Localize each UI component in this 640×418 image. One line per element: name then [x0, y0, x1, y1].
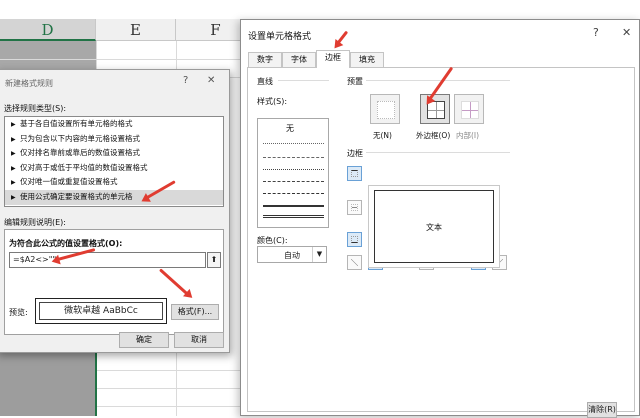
close-icon[interactable]: ✕ — [622, 26, 631, 39]
line-style-option[interactable] — [263, 215, 324, 218]
edit-desc-label: 编辑规则说明(E): — [4, 218, 66, 227]
border-preview-text: 文本 — [426, 223, 442, 232]
format-button[interactable]: 格式(F)... — [171, 304, 219, 320]
line-style-option[interactable] — [263, 143, 324, 144]
line-style-option[interactable] — [263, 205, 324, 207]
preset-inside-button[interactable] — [454, 94, 484, 124]
ok-button[interactable]: 确定 — [119, 332, 169, 348]
triangle-icon: ▶ — [11, 193, 16, 201]
rule-type-list[interactable]: ▶ 基于各自值设置所有单元格的格式 ▶ 只为包含以下内容的单元格设置格式 ▶ 仅对排名… — [4, 116, 224, 207]
column-header-d[interactable]: D — [0, 19, 96, 41]
triangle-icon: ▶ — [11, 150, 16, 158]
filled-cells-top — [0, 41, 96, 71]
preset-inside-label: 内部(I) — [456, 131, 480, 140]
list-item[interactable]: ▶ 只为包含以下内容的单元格设置格式 — [5, 132, 223, 147]
color-label: 颜色(C): — [257, 236, 288, 245]
format-cells-dialog: 设置单元格格式 ? ✕ 数字 字体 边框 填充 直线 样式(S): 无 颜色(C… — [240, 19, 640, 418]
border-section-label: 边框 — [347, 149, 363, 158]
border-top-button[interactable] — [347, 166, 362, 181]
border-tab-panel: 直线 样式(S): 无 颜色(C): 自动 ▼ 预置 无(N) 外边框(O) 内… — [247, 67, 635, 412]
diagonal-up-icon — [351, 259, 358, 266]
triangle-icon: ▶ — [11, 179, 16, 187]
triangle-icon: ▶ — [11, 135, 16, 143]
preset-none-button[interactable] — [370, 94, 400, 124]
line-style-option[interactable] — [263, 157, 324, 158]
range-select-icon[interactable]: ⬆ — [207, 252, 221, 268]
list-item[interactable]: ▶ 仅对高于或低于平均值的数值设置格式 — [5, 161, 223, 176]
help-icon[interactable]: ? — [183, 75, 188, 86]
line-section-label: 直线 — [257, 77, 273, 86]
border-bottom-icon — [351, 236, 358, 243]
close-icon[interactable]: ✕ — [207, 75, 215, 86]
tab-fill[interactable]: 填充 — [350, 52, 384, 67]
help-icon[interactable]: ? — [593, 26, 599, 39]
line-style-option[interactable] — [263, 193, 324, 194]
column-header-e[interactable]: E — [96, 19, 176, 41]
tab-font[interactable]: 字体 — [282, 52, 316, 67]
list-item[interactable]: ▶ 仅对排名靠前或靠后的数值设置格式 — [5, 146, 223, 161]
border-middle-button[interactable] — [347, 200, 362, 215]
preview-label: 预览: — [9, 308, 28, 317]
dialog-title: 设置单元格格式 — [248, 32, 312, 42]
line-style-option[interactable] — [263, 169, 324, 170]
preview-sample: 微软卓越 AaBbCc — [39, 302, 163, 320]
selection-border — [95, 352, 97, 416]
line-style-option[interactable] — [263, 181, 324, 182]
inside-border-icon — [461, 101, 479, 119]
preview-box: 微软卓越 AaBbCc — [35, 298, 167, 324]
new-format-rule-dialog: 新建格式规则 ? ✕ 选择规则类型(S): ▶ 基于各自值设置所有单元格的格式 ▶… — [0, 69, 230, 353]
line-style-none[interactable]: 无 — [286, 123, 294, 134]
border-preview-frame: 文本 — [374, 190, 494, 263]
preset-none-label: 无(N) — [373, 131, 392, 140]
tab-number[interactable]: 数字 — [248, 52, 282, 67]
border-top-icon — [351, 170, 358, 177]
dialog-title: 新建格式规则 — [5, 79, 53, 88]
formula-input[interactable]: =$A2<>"" — [9, 252, 206, 268]
formula-label: 为符合此公式的值设置格式(O): — [9, 239, 123, 248]
filled-cells-bottom — [0, 352, 96, 416]
list-item-selected[interactable]: ▶ 使用公式确定要设置格式的单元格 — [5, 189, 223, 205]
list-item[interactable]: ▶ 仅对唯一值或重复值设置格式 — [5, 175, 223, 190]
border-diag-up-button[interactable] — [347, 255, 362, 270]
triangle-icon: ▶ — [11, 164, 16, 172]
chevron-down-icon: ▼ — [312, 247, 326, 262]
no-border-icon — [377, 101, 395, 119]
border-preview-area[interactable]: 文本 — [368, 185, 500, 268]
line-style-list[interactable]: 无 — [257, 118, 329, 228]
rule-type-label: 选择规则类型(S): — [4, 104, 67, 113]
cancel-button[interactable]: 取消 — [174, 332, 224, 348]
border-middle-icon — [351, 204, 358, 211]
color-dropdown[interactable]: 自动 ▼ — [257, 246, 327, 263]
triangle-icon: ▶ — [11, 121, 16, 128]
list-item[interactable]: ▶ 基于各自值设置所有单元格的格式 — [5, 117, 223, 132]
presets-section-label: 预置 — [347, 77, 363, 86]
preset-outline-label: 外边框(O) — [416, 131, 451, 140]
rule-description-panel: 为符合此公式的值设置格式(O): =$A2<>"" ⬆ 预览: 微软卓越 AaB… — [4, 229, 224, 335]
style-label: 样式(S): — [257, 97, 288, 106]
border-bottom-button[interactable] — [347, 232, 362, 247]
tab-border[interactable]: 边框 — [316, 50, 350, 68]
